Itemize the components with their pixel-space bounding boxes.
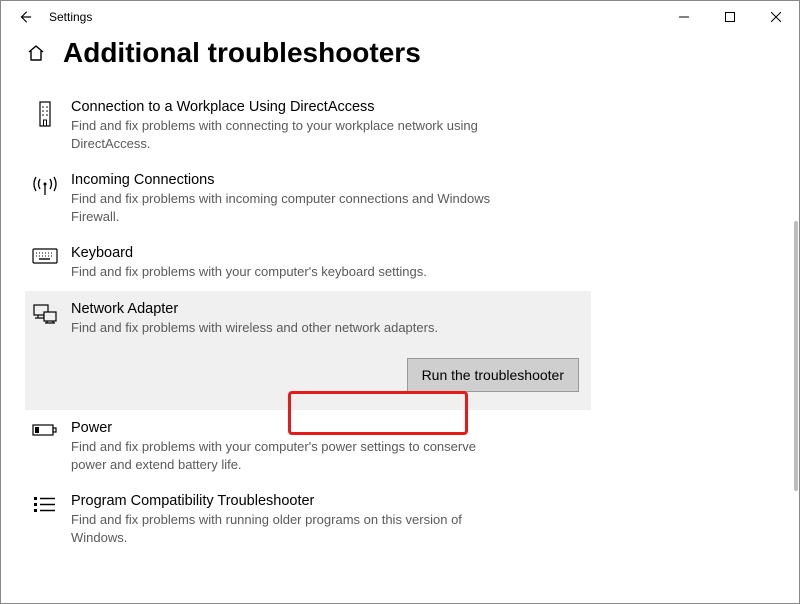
troubleshooter-title: Keyboard xyxy=(71,245,579,261)
minimize-button[interactable] xyxy=(661,1,707,33)
troubleshooter-title: Power xyxy=(71,420,579,436)
troubleshooter-directaccess[interactable]: Connection to a Workplace Using DirectAc… xyxy=(25,89,591,162)
page-title: Additional troubleshooters xyxy=(63,37,421,69)
troubleshooter-title: Incoming Connections xyxy=(71,172,579,188)
maximize-button[interactable] xyxy=(707,1,753,33)
network-adapter-icon xyxy=(31,301,59,393)
building-icon xyxy=(31,99,59,152)
back-button[interactable] xyxy=(9,1,41,33)
battery-icon xyxy=(31,420,59,473)
list-icon xyxy=(31,493,59,546)
troubleshooter-desc: Find and fix problems with wireless and … xyxy=(71,319,491,337)
troubleshooter-title: Connection to a Workplace Using DirectAc… xyxy=(71,99,579,115)
antenna-icon xyxy=(31,172,59,225)
window-title: Settings xyxy=(41,10,92,24)
troubleshooter-desc: Find and fix problems with your computer… xyxy=(71,263,491,281)
troubleshooter-title: Program Compatibility Troubleshooter xyxy=(71,493,579,509)
troubleshooter-program-compat[interactable]: Program Compatibility Troubleshooter Fin… xyxy=(25,483,591,556)
troubleshooter-keyboard[interactable]: Keyboard Find and fix problems with your… xyxy=(25,235,591,291)
troubleshooter-incoming[interactable]: Incoming Connections Find and fix proble… xyxy=(25,162,591,235)
troubleshooter-desc: Find and fix problems with incoming comp… xyxy=(71,190,491,225)
run-troubleshooter-button[interactable]: Run the troubleshooter xyxy=(407,358,579,392)
scrollbar[interactable] xyxy=(794,221,798,491)
troubleshooter-desc: Find and fix problems with your computer… xyxy=(71,438,491,473)
home-icon[interactable] xyxy=(25,42,47,64)
troubleshooter-power[interactable]: Power Find and fix problems with your co… xyxy=(25,410,591,483)
troubleshooter-desc: Find and fix problems with running older… xyxy=(71,511,491,546)
troubleshooter-title: Network Adapter xyxy=(71,301,579,317)
troubleshooter-network-adapter[interactable]: Network Adapter Find and fix problems wi… xyxy=(25,291,591,411)
troubleshooter-desc: Find and fix problems with connecting to… xyxy=(71,117,491,152)
close-button[interactable] xyxy=(753,1,799,33)
keyboard-icon xyxy=(31,245,59,281)
